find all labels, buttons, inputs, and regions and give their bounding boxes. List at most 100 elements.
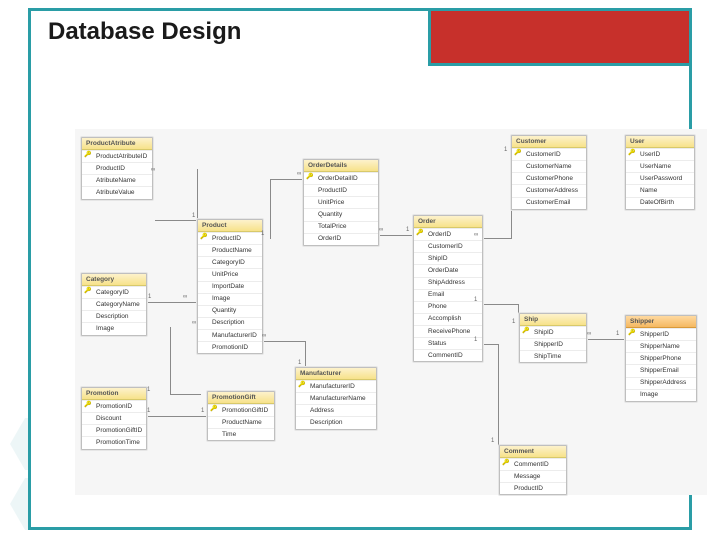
table-field: Time xyxy=(208,428,274,440)
table-field: AtributeName xyxy=(82,174,152,186)
table-field: ShipAddress xyxy=(414,277,482,289)
cardinality-one: 1 xyxy=(491,438,494,444)
table-product: Product ProductID ProductName CategoryID… xyxy=(197,219,263,354)
table-field: Address xyxy=(296,404,376,416)
cardinality-many: ∞ xyxy=(297,171,301,177)
table-manufacturer: Manufacturer ManufacturerID Manufacturer… xyxy=(295,367,377,430)
table-comment: Comment CommentID Message ProductID xyxy=(499,445,567,495)
table-field: Accomplish xyxy=(414,313,482,325)
table-field: PromotionID xyxy=(198,341,262,353)
cardinality-many: ∞ xyxy=(587,331,591,337)
table-field: ProductName xyxy=(208,416,274,428)
table-field: ImportDate xyxy=(198,281,262,293)
table-field: ManufacturerID xyxy=(198,329,262,341)
cardinality-one: 1 xyxy=(504,147,507,153)
table-customer: Customer CustomerID CustomerName Custome… xyxy=(511,135,587,210)
table-header: Customer xyxy=(512,136,586,148)
table-header: Manufacturer xyxy=(296,368,376,380)
table-field: ShipperID xyxy=(626,328,696,340)
table-field: OrderDate xyxy=(414,264,482,276)
table-field: Discount xyxy=(82,412,146,424)
cardinality-one: 1 xyxy=(192,213,195,219)
table-field: ProductID xyxy=(198,232,262,244)
cardinality-one: 1 xyxy=(148,294,151,300)
table-field: ManufacturerName xyxy=(296,392,376,404)
table-field: ShipperEmail xyxy=(626,364,696,376)
table-field: CategoryID xyxy=(198,256,262,268)
accent-box xyxy=(428,8,692,66)
table-field: AtributeValue xyxy=(82,186,152,198)
table-field: CustomerID xyxy=(512,148,586,160)
table-field: OrderDetailID xyxy=(304,172,378,184)
table-field: PromotionID xyxy=(82,400,146,412)
table-field: Image xyxy=(626,389,696,401)
table-field: CustomerPhone xyxy=(512,172,586,184)
table-user: User UserID UserName UserPassword Name D… xyxy=(625,135,695,210)
cardinality-one: 1 xyxy=(616,331,619,337)
cardinality-many: ∞ xyxy=(379,227,383,233)
table-field: ProductAtributeID xyxy=(82,150,152,162)
cardinality-one: 1 xyxy=(298,360,301,366)
slide-title: Database Design xyxy=(48,18,241,46)
table-field: ShipperName xyxy=(626,340,696,352)
cardinality-one: 1 xyxy=(147,387,150,393)
table-field: UnitPrice xyxy=(304,196,378,208)
table-field: TotalPrice xyxy=(304,221,378,233)
table-field: CustomerID xyxy=(414,240,482,252)
table-field: CategoryName xyxy=(82,298,146,310)
table-field: Email xyxy=(414,289,482,301)
table-header: Category xyxy=(82,274,146,286)
table-header: PromotionGift xyxy=(208,392,274,404)
table-header: Promotion xyxy=(82,388,146,400)
table-field: Description xyxy=(198,317,262,329)
table-field: Quantity xyxy=(198,305,262,317)
table-field: ShipperID xyxy=(520,338,586,350)
table-field: Status xyxy=(414,337,482,349)
table-field: Description xyxy=(82,310,146,322)
table-header: ProductAtribute xyxy=(82,138,152,150)
cardinality-one: 1 xyxy=(201,408,204,414)
table-header: Ship xyxy=(520,314,586,326)
table-field: ShipTime xyxy=(520,350,586,362)
table-field: CustomerEmail xyxy=(512,197,586,209)
table-header: Shipper xyxy=(626,316,696,328)
table-field: PromotionTime xyxy=(82,436,146,448)
table-orderdetails: OrderDetails OrderDetailID ProductID Uni… xyxy=(303,159,379,246)
cardinality-many: ∞ xyxy=(183,294,187,300)
cardinality-one: 1 xyxy=(512,319,515,325)
table-header: Comment xyxy=(500,446,566,458)
table-field: ProductID xyxy=(304,184,378,196)
cardinality-one: 1 xyxy=(406,227,409,233)
table-field: CommentID xyxy=(414,349,482,361)
table-field: ManufacturerID xyxy=(296,380,376,392)
table-field: ShipperPhone xyxy=(626,352,696,364)
table-header: Order xyxy=(414,216,482,228)
table-field: UnitPrice xyxy=(198,268,262,280)
table-field: ReceivePhone xyxy=(414,325,482,337)
table-field: UserPassword xyxy=(626,172,694,184)
table-field: UserName xyxy=(626,160,694,172)
table-field: Description xyxy=(296,416,376,428)
table-shipper: Shipper ShipperID ShipperName ShipperPho… xyxy=(625,315,697,402)
table-field: CategoryID xyxy=(82,286,146,298)
table-ship: Ship ShipID ShipperID ShipTime xyxy=(519,313,587,363)
cardinality-one: 1 xyxy=(147,408,150,414)
table-header: User xyxy=(626,136,694,148)
table-field: Name xyxy=(626,184,694,196)
slide-frame: ∞ 1 1 ∞ 1 1 ∞ 1 1 ∞ ∞ 1 ∞ 1 ∞ 1 1 1 1 xyxy=(28,8,692,530)
table-productattribute: ProductAtribute ProductAtributeID Produc… xyxy=(81,137,153,200)
table-field: ShipperAddress xyxy=(626,377,696,389)
table-field: DateOfBirth xyxy=(626,197,694,209)
table-field: PromotionGiftID xyxy=(82,424,146,436)
table-field: OrderID xyxy=(304,233,378,245)
table-field: ProductID xyxy=(82,162,152,174)
table-field: Phone xyxy=(414,301,482,313)
table-header: Product xyxy=(198,220,262,232)
table-field: ShipID xyxy=(414,252,482,264)
er-diagram: ∞ 1 1 ∞ 1 1 ∞ 1 1 ∞ ∞ 1 ∞ 1 ∞ 1 1 1 1 xyxy=(75,129,707,495)
table-header: OrderDetails xyxy=(304,160,378,172)
cardinality-many: ∞ xyxy=(192,320,196,326)
table-promotiongift: PromotionGift PromotionGiftID ProductNam… xyxy=(207,391,275,441)
table-category: Category CategoryID CategoryName Descrip… xyxy=(81,273,147,336)
table-field: UserID xyxy=(626,148,694,160)
